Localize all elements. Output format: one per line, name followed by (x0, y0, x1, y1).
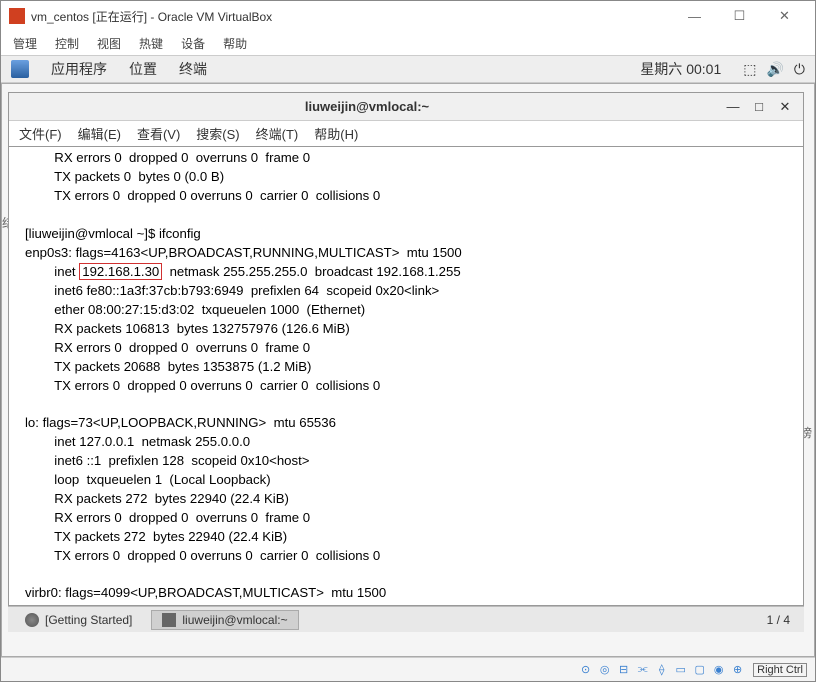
workspace-indicator[interactable]: 1 / 4 (759, 613, 798, 627)
vbox-icon (9, 8, 25, 24)
term-menu-view[interactable]: 查看(V) (137, 124, 180, 143)
guest-desktop: 结 谤 liuweijin@vmlocal:~ — □ ✕ 文件(F) 编辑(E… (1, 83, 815, 657)
mouse-integration-icon[interactable]: ⊕ (730, 662, 745, 677)
task-label: [Getting Started] (45, 613, 132, 627)
term-close-button[interactable]: ✕ (775, 97, 795, 117)
storage-icon[interactable]: ⊟ (616, 662, 631, 677)
gnome-clock[interactable]: 星期六 00:01 (640, 59, 721, 79)
line: inet (25, 264, 79, 279)
line: RX errors 0 dropped 0 overruns 0 frame 0 (25, 510, 310, 525)
line: RX packets 106813 bytes 132757976 (126.6… (25, 321, 350, 336)
gnome-terminal-launcher[interactable]: 终端 (179, 59, 207, 79)
line: inet6 ::1 prefixlen 128 scopeid 0x10<hos… (25, 453, 309, 468)
menu-view[interactable]: 视图 (97, 35, 121, 52)
volume-icon[interactable]: 🔊 (766, 61, 783, 78)
gnome-top-panel: 应用程序 位置 终端 星期六 00:01 ⬚ 🔊 ⏻ (1, 55, 815, 83)
minimize-button[interactable]: — (672, 1, 717, 31)
terminal-menubar: 文件(F) 编辑(E) 查看(V) 搜索(S) 终端(T) 帮助(H) (9, 121, 803, 147)
display-icon[interactable]: ▢ (692, 662, 707, 677)
term-menu-edit[interactable]: 编辑(E) (78, 124, 121, 143)
menu-help[interactable]: 帮助 (223, 35, 247, 52)
line: loop txqueuelen 1 (Local Loopback) (25, 472, 271, 487)
usb-icon[interactable]: ⟠ (654, 662, 669, 677)
recording-icon[interactable]: ◉ (711, 662, 726, 677)
network-icon[interactable]: ⬚ (743, 61, 756, 78)
host-key-indicator[interactable]: Right Ctrl (753, 663, 807, 677)
terminal-title: liuweijin@vmlocal:~ (17, 99, 717, 114)
line: TX packets 272 bytes 22940 (22.4 KiB) (25, 529, 287, 544)
terminal-icon (162, 613, 176, 627)
highlighted-ip: 192.168.1.30 (79, 263, 162, 280)
getting-started-icon (25, 613, 39, 627)
terminal-window: liuweijin@vmlocal:~ — □ ✕ 文件(F) 编辑(E) 查看… (8, 92, 804, 606)
shell-prompt: [liuweijin@vmlocal ~]$ (25, 226, 159, 241)
virtualbox-window: vm_centos [正在运行] - Oracle VM VirtualBox … (0, 0, 816, 682)
gnome-bottom-panel: [Getting Started] liuweijin@vmlocal:~ 1 … (8, 606, 804, 632)
vbox-statusbar: ⊙ ◎ ⊟ ⫘ ⟠ ▭ ▢ ◉ ⊕ Right Ctrl (1, 657, 815, 681)
line: enp0s3: flags=4163<UP,BROADCAST,RUNNING,… (25, 245, 462, 260)
menu-manage[interactable]: 管理 (13, 35, 37, 52)
command: ifconfig (159, 226, 201, 241)
term-menu-help[interactable]: 帮助(H) (314, 124, 358, 143)
term-maximize-button[interactable]: □ (749, 97, 769, 117)
term-menu-search[interactable]: 搜索(S) (196, 124, 239, 143)
network-adapter-icon[interactable]: ⫘ (635, 662, 650, 677)
maximize-button[interactable]: ☐ (717, 1, 762, 31)
line: lo: flags=73<UP,LOOPBACK,RUNNING> mtu 65… (25, 415, 336, 430)
vbox-title: vm_centos [正在运行] - Oracle VM VirtualBox (31, 8, 672, 25)
task-label: liuweijin@vmlocal:~ (182, 613, 287, 627)
terminal-output[interactable]: RX errors 0 dropped 0 overruns 0 frame 0… (9, 147, 803, 605)
line: TX errors 0 dropped 0 overruns 0 carrier… (25, 548, 380, 563)
line: RX errors 0 dropped 0 overruns 0 frame 0 (25, 150, 310, 165)
task-terminal[interactable]: liuweijin@vmlocal:~ (151, 610, 298, 630)
line: RX packets 272 bytes 22940 (22.4 KiB) (25, 491, 289, 506)
line: ether 08:00:27:15:d3:02 txqueuelen 1000 … (25, 302, 365, 317)
line: RX errors 0 dropped 0 overruns 0 frame 0 (25, 340, 310, 355)
line: virbr0: flags=4099<UP,BROADCAST,MULTICAS… (25, 585, 386, 600)
line: TX errors 0 dropped 0 overruns 0 carrier… (25, 378, 380, 393)
vbox-titlebar[interactable]: vm_centos [正在运行] - Oracle VM VirtualBox … (1, 1, 815, 31)
line: inet 192.168.122.1 netmask 255.255.255.0… (25, 604, 477, 605)
line: TX packets 0 bytes 0 (0.0 B) (25, 169, 224, 184)
vbox-menubar: 管理 控制 视图 热键 设备 帮助 (1, 31, 815, 55)
menu-control[interactable]: 控制 (55, 35, 79, 52)
gnome-applications[interactable]: 应用程序 (51, 59, 107, 79)
term-minimize-button[interactable]: — (723, 97, 743, 117)
optical-icon[interactable]: ◎ (597, 662, 612, 677)
close-button[interactable]: ✕ (762, 1, 807, 31)
menu-hotkey[interactable]: 热键 (139, 35, 163, 52)
power-icon[interactable]: ⏻ (794, 61, 805, 78)
line: TX errors 0 dropped 0 overruns 0 carrier… (25, 188, 380, 203)
term-menu-terminal[interactable]: 终端(T) (256, 124, 299, 143)
line: netmask 255.255.255.0 broadcast 192.168.… (162, 264, 460, 279)
terminal-titlebar[interactable]: liuweijin@vmlocal:~ — □ ✕ (9, 93, 803, 121)
task-getting-started[interactable]: [Getting Started] (14, 610, 143, 630)
menu-device[interactable]: 设备 (181, 35, 205, 52)
hdd-icon[interactable]: ⊙ (578, 662, 593, 677)
term-menu-file[interactable]: 文件(F) (19, 124, 62, 143)
shared-folder-icon[interactable]: ▭ (673, 662, 688, 677)
line: inet6 fe80::1a3f:37cb:b793:6949 prefixle… (25, 283, 439, 298)
line: inet 127.0.0.1 netmask 255.0.0.0 (25, 434, 250, 449)
line: TX packets 20688 bytes 1353875 (1.2 MiB) (25, 359, 311, 374)
gnome-places[interactable]: 位置 (129, 59, 157, 79)
activities-icon[interactable] (11, 60, 29, 78)
